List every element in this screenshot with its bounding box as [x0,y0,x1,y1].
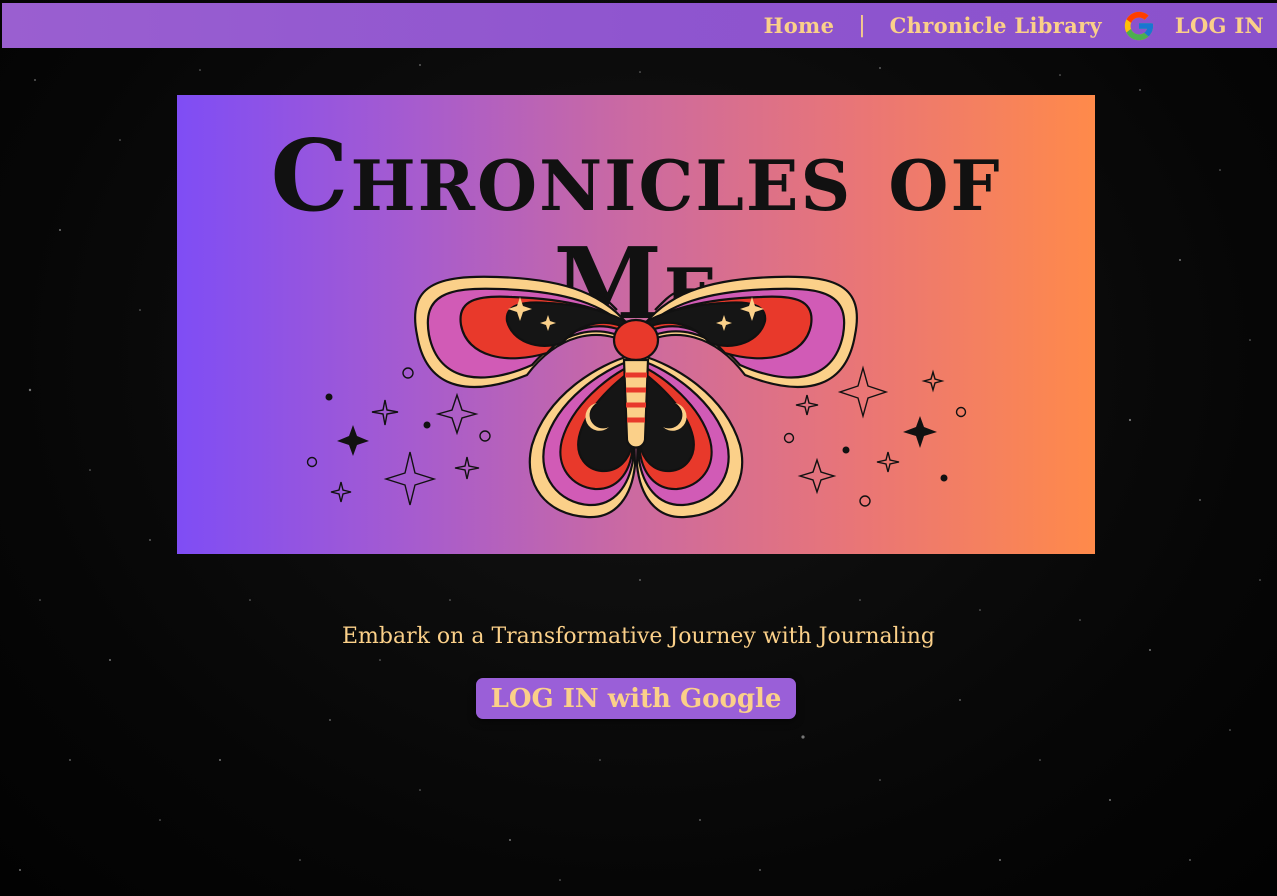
moth-icon [306,275,967,519]
nav-separator: | [858,13,866,38]
google-icon[interactable] [1122,9,1156,43]
login-with-google-button[interactable]: LOG IN with Google [476,678,796,719]
nav-chronicle-library-link[interactable]: Chronicle Library [890,13,1102,38]
tagline: Embark on a Transformative Journey with … [341,624,936,649]
nav-home-link[interactable]: Home [764,13,835,38]
hero-banner: Chronicles of Me [177,95,1095,554]
page: Home | Chronicle Library LOG IN Chronicl… [0,0,1277,896]
nav-login-link[interactable]: LOG IN [1175,13,1264,38]
top-navbar: Home | Chronicle Library LOG IN [2,3,1277,48]
